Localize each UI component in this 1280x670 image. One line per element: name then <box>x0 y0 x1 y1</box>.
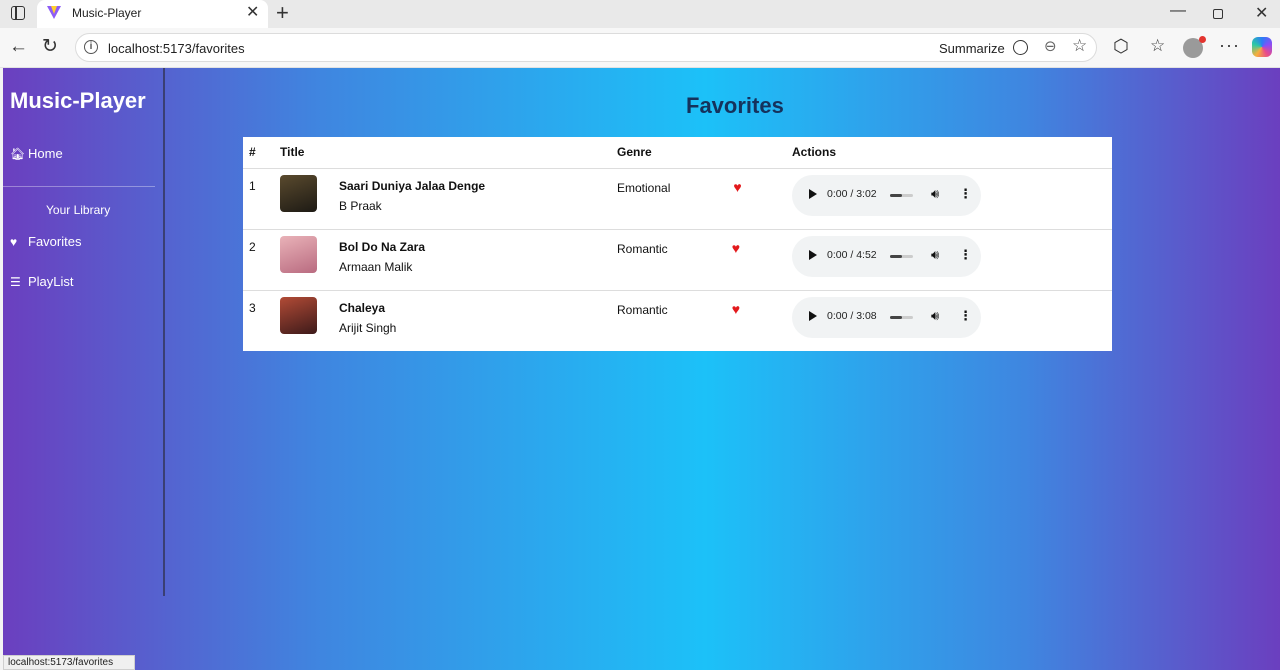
volume-icon[interactable]: 🔊︎ <box>931 247 939 263</box>
heart-icon: ♥ <box>10 235 18 249</box>
audio-time: 0:00 / 3:02 <box>827 187 877 200</box>
actions-cell: 0:00 / 3:02 🔊︎ ⋮ <box>786 168 1112 230</box>
row-number: 2 <box>243 229 274 291</box>
row-number: 1 <box>243 168 274 230</box>
column-header: Genre <box>611 137 786 169</box>
album-cover <box>280 235 317 273</box>
sidebar: Music-Player 🏠︎ Home Your Library ♥ Favori… <box>3 68 165 596</box>
audio-time: 0:00 / 4:52 <box>827 248 877 261</box>
song-artist: Arijit Singh <box>339 320 397 335</box>
column-header: Actions <box>786 137 1112 169</box>
sidebar-toggle-icon[interactable] <box>11 6 25 20</box>
song-cell: Saari Duniya Jalaa Denge B Praak <box>274 168 611 230</box>
heart-icon[interactable]: ♥ <box>732 301 740 317</box>
more-options-icon[interactable]: ⋮ <box>959 308 972 324</box>
profile-avatar-icon[interactable] <box>1183 36 1206 58</box>
genre-text: Romantic <box>617 241 668 256</box>
play-icon[interactable] <box>809 249 817 260</box>
site-info-icon[interactable]: i <box>84 40 98 54</box>
url-text[interactable]: localhost:5173/favorites <box>108 41 245 56</box>
song-title: Saari Duniya Jalaa Denge <box>339 178 486 193</box>
actions-cell: 0:00 / 3:08 🔊︎ ⋮ <box>786 290 1112 351</box>
column-header: Title <box>274 137 611 169</box>
more-options-icon[interactable]: ⋮ <box>959 186 972 202</box>
volume-icon[interactable]: 🔊︎ <box>931 308 939 324</box>
genre-text: Emotional <box>617 180 671 195</box>
song-cell: Bol Do Na Zara Armaan Malik <box>274 229 611 291</box>
back-arrow-icon[interactable]: ← <box>9 36 28 58</box>
address-bar[interactable]: i localhost:5173/favorites Summarize ⊖ ☆ <box>75 33 1097 62</box>
column-header: # <box>243 137 274 169</box>
song-title: Chaleya <box>339 300 386 315</box>
album-cover <box>280 174 317 212</box>
status-bar-url: localhost:5173/favorites <box>3 655 135 670</box>
audio-progress-slider[interactable] <box>890 193 913 197</box>
song-artist: Armaan Malik <box>339 259 413 274</box>
summarize-button[interactable]: Summarize <box>939 41 1005 56</box>
page-viewport: Music-Player 🏠︎ Home Your Library ♥ Favori… <box>3 68 1280 670</box>
table-row: 2 Bol Do Na Zara Armaan Malik Romantic ♥ … <box>243 229 1112 291</box>
vite-favicon-icon <box>47 6 61 19</box>
favorites-table: # Title Genre Actions 1 Saari Duniya Jal… <box>243 137 1112 351</box>
browser-tab[interactable]: Music-Player ✕ <box>37 0 268 28</box>
heart-icon[interactable]: ♥ <box>733 179 741 195</box>
sidebar-item-label: Home <box>28 146 63 161</box>
audio-player[interactable]: 0:00 / 4:52 🔊︎ ⋮ <box>792 235 981 277</box>
page-title: Favorites <box>686 93 784 118</box>
sidebar-item-playlist[interactable]: ☰ PlayList <box>10 274 74 289</box>
extensions-icon[interactable]: ⬡ <box>1113 36 1129 57</box>
audio-player[interactable]: 0:00 / 3:08 🔊︎ ⋮ <box>792 296 981 338</box>
song-artist: B Praak <box>339 198 382 213</box>
tab-bar: Music-Player ✕ + — ✕ <box>0 0 1280 28</box>
summarize-icon[interactable] <box>1013 40 1028 55</box>
audio-progress-slider[interactable] <box>890 315 913 319</box>
new-tab-icon[interactable]: + <box>276 1 289 25</box>
audio-player[interactable]: 0:00 / 3:02 🔊︎ ⋮ <box>792 174 981 216</box>
genre-cell: Emotional ♥ <box>611 168 786 230</box>
audio-time: 0:00 / 3:08 <box>827 309 877 322</box>
album-cover <box>280 296 317 334</box>
more-menu-icon[interactable]: ··· <box>1219 35 1240 56</box>
reload-icon[interactable]: ↻ <box>42 35 58 58</box>
copilot-icon[interactable] <box>1252 37 1272 57</box>
table-header-row: # Title Genre Actions <box>243 137 1112 169</box>
table-row: 1 Saari Duniya Jalaa Denge B Praak Emoti… <box>243 168 1112 230</box>
table-row: 3 Chaleya Arijit Singh Romantic ♥ 0:00 / … <box>243 290 1112 351</box>
favorites-list-icon[interactable]: ☆ <box>1150 36 1165 56</box>
zoom-out-icon[interactable]: ⊖ <box>1044 37 1057 55</box>
song-cell: Chaleya Arijit Singh <box>274 290 611 351</box>
favorite-star-icon[interactable]: ☆ <box>1072 36 1087 56</box>
sidebar-item-label: Favorites <box>28 234 82 249</box>
sidebar-divider <box>3 186 155 187</box>
audio-progress-slider[interactable] <box>890 254 913 258</box>
play-icon[interactable] <box>809 188 817 199</box>
actions-cell: 0:00 / 4:52 🔊︎ ⋮ <box>786 229 1112 291</box>
minimize-icon[interactable]: — <box>1170 2 1186 20</box>
more-options-icon[interactable]: ⋮ <box>959 247 972 263</box>
tab-title: Music-Player <box>72 6 142 20</box>
home-icon: 🏠︎ <box>10 147 26 161</box>
sidebar-item-label: PlayList <box>28 274 74 289</box>
browser-toolbar: ← ↻ i localhost:5173/favorites Summarize… <box>0 28 1280 68</box>
play-icon[interactable] <box>809 310 817 321</box>
song-title: Bol Do Na Zara <box>339 239 426 254</box>
restore-icon[interactable] <box>1213 9 1223 19</box>
genre-cell: Romantic ♥ <box>611 290 786 351</box>
sidebar-item-home[interactable]: 🏠︎ Home <box>10 146 63 161</box>
heart-icon[interactable]: ♥ <box>732 240 740 256</box>
brand-logo[interactable]: Music-Player <box>10 88 146 114</box>
window-close-icon[interactable]: ✕ <box>1255 3 1268 23</box>
genre-cell: Romantic ♥ <box>611 229 786 291</box>
sidebar-item-favorites[interactable]: ♥ Favorites <box>10 234 81 249</box>
row-number: 3 <box>249 300 256 315</box>
genre-text: Romantic <box>617 302 668 317</box>
list-icon: ☰ <box>10 275 21 289</box>
tab-close-icon[interactable]: ✕ <box>246 4 259 22</box>
volume-icon[interactable]: 🔊︎ <box>931 186 939 202</box>
library-heading: Your Library <box>46 203 111 217</box>
